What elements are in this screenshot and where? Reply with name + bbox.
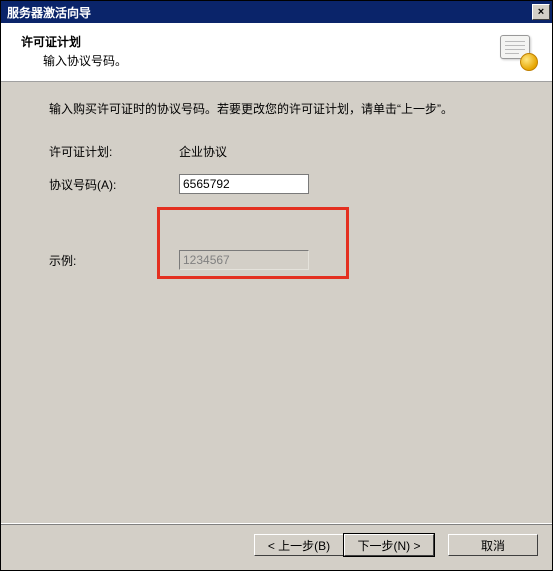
plan-row: 许可证计划: 企业协议 <box>49 143 518 160</box>
wizard-footer: < 上一步(B) 下一步(N) > 取消 <box>1 523 552 570</box>
nav-button-group: < 上一步(B) 下一步(N) > <box>254 534 434 556</box>
wizard-content: 输入购买许可证时的协议号码。若要更改您的许可证计划，请单击“上一步”。 许可证计… <box>1 82 552 523</box>
back-button[interactable]: < 上一步(B) <box>254 534 344 556</box>
close-icon: × <box>538 6 544 18</box>
close-button[interactable]: × <box>532 4 550 20</box>
wizard-header: 许可证计划 输入协议号码。 <box>1 23 552 82</box>
certificate-icon <box>498 33 538 71</box>
agreement-number-label: 协议号码(A): <box>49 176 179 193</box>
next-button[interactable]: 下一步(N) > <box>344 534 434 556</box>
cancel-button[interactable]: 取消 <box>448 534 538 556</box>
header-text-block: 许可证计划 输入协议号码。 <box>21 31 127 69</box>
agreement-number-input[interactable] <box>179 174 309 194</box>
header-subtitle: 输入协议号码。 <box>43 52 127 69</box>
wizard-window: 服务器激活向导 × 许可证计划 输入协议号码。 输入购买许可证时的协议号码。若要… <box>0 0 553 571</box>
titlebar: 服务器激活向导 × <box>1 1 552 23</box>
window-title: 服务器激活向导 <box>7 4 91 21</box>
agreement-number-row: 协议号码(A): <box>49 174 518 194</box>
example-label: 示例: <box>49 252 179 269</box>
example-row: 示例: <box>49 250 518 270</box>
plan-value: 企业协议 <box>179 143 359 160</box>
plan-label: 许可证计划: <box>49 143 179 160</box>
example-input <box>179 250 309 270</box>
instruction-text: 输入购买许可证时的协议号码。若要更改您的许可证计划，请单击“上一步”。 <box>49 100 518 119</box>
header-title: 许可证计划 <box>21 33 127 50</box>
